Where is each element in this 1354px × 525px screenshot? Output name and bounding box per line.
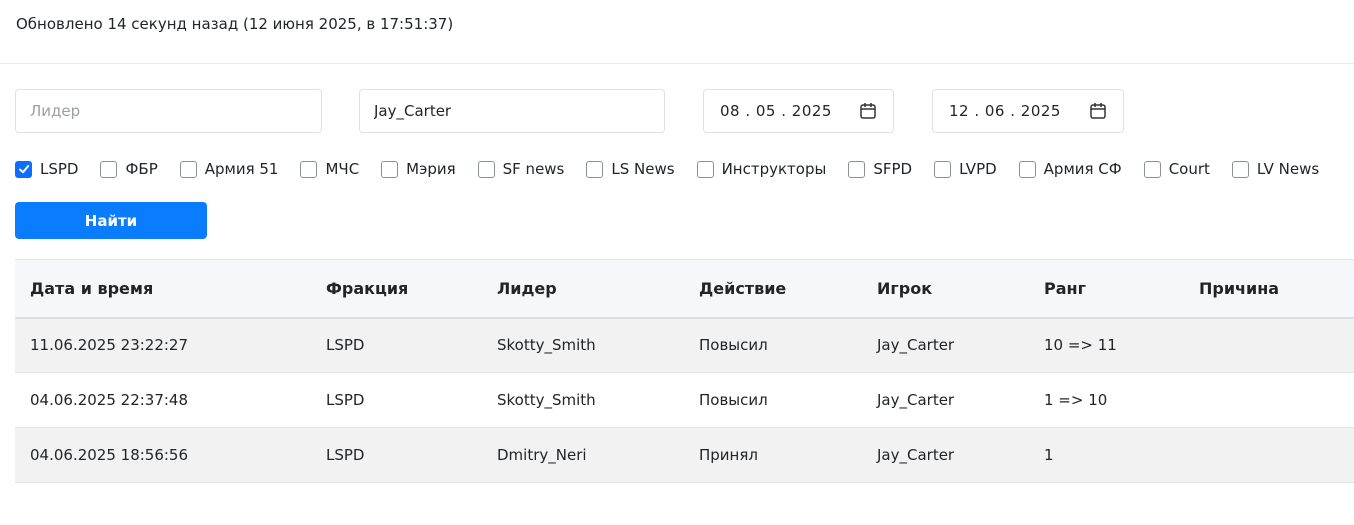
- faction-label: Армия СФ: [1043, 160, 1122, 178]
- table-cell: Skotty_Smith: [497, 391, 596, 409]
- faction-checkbox-10[interactable]: Армия СФ: [1018, 160, 1122, 178]
- table-cell: 1 => 10: [1044, 391, 1108, 409]
- header-divider: [0, 63, 1354, 64]
- faction-label: LSPD: [40, 160, 79, 178]
- faction-label: Инструкторы: [721, 160, 827, 178]
- checkbox-checked[interactable]: [15, 160, 32, 178]
- checkbox-unchecked[interactable]: [300, 160, 318, 178]
- calendar-icon[interactable]: [1089, 102, 1107, 120]
- faction-label: LVPD: [959, 160, 997, 178]
- faction-checkbox-8[interactable]: SFPD: [848, 160, 912, 178]
- checkbox-unchecked[interactable]: [696, 160, 714, 178]
- checkbox-unchecked[interactable]: [586, 160, 604, 178]
- date-from-field[interactable]: 08 . 05 . 2025: [703, 89, 894, 133]
- date-from-value: 08 . 05 . 2025: [720, 102, 832, 120]
- table-cell: LSPD: [326, 446, 365, 464]
- checkbox-unchecked[interactable]: [100, 160, 118, 178]
- table-header-row: Дата и время Фракция Лидер Действие Игрок Ран…: [15, 259, 1354, 318]
- leader-input[interactable]: [30, 102, 307, 120]
- faction-checkbox-9[interactable]: LVPD: [934, 160, 997, 178]
- faction-checkbox-7[interactable]: Инструкторы: [696, 160, 827, 178]
- faction-checkbox-0[interactable]: LSPD: [15, 160, 78, 178]
- faction-label: Court: [1168, 160, 1210, 178]
- table-cell: LSPD: [326, 391, 365, 409]
- checkbox-unchecked[interactable]: [1143, 160, 1161, 178]
- table-cell: [1184, 428, 1354, 483]
- table-row: 11.06.2025 23:22:27 LSPD Skotty_Smith Повыс…: [15, 317, 1354, 373]
- faction-label: Армия 51: [204, 160, 279, 178]
- table-cell: 04.06.2025 18:56:56: [30, 446, 189, 464]
- faction-checkbox-4[interactable]: Мэрия: [381, 160, 456, 178]
- faction-checkboxes: LSPD ФБР Армия 51 МЧС Мэрия SF news LS News Инс…: [15, 158, 1341, 180]
- faction-checkbox-1[interactable]: ФБР: [100, 160, 158, 178]
- table-cell: [1184, 318, 1354, 373]
- faction-checkbox-6[interactable]: LS News: [586, 160, 675, 178]
- table-cell: Dmitry_Neri: [497, 446, 587, 464]
- table-cell: Принял: [699, 446, 758, 464]
- table-row: 04.06.2025 22:37:48 LSPD Skotty_Smith Повыс…: [15, 373, 1354, 428]
- column-header[interactable]: Действие: [684, 260, 862, 318]
- table-cell: Skotty_Smith: [497, 336, 596, 355]
- faction-label: LS News: [611, 160, 675, 178]
- checkbox-unchecked[interactable]: [848, 160, 866, 178]
- column-header[interactable]: Игрок: [862, 260, 1029, 318]
- date-to-value: 12 . 06 . 2025: [949, 102, 1061, 120]
- search-button[interactable]: Найти: [15, 202, 207, 239]
- player-field[interactable]: [359, 89, 665, 133]
- faction-checkbox-3[interactable]: МЧС: [300, 160, 359, 178]
- faction-checkbox-2[interactable]: Армия 51: [179, 160, 279, 178]
- faction-checkbox-5[interactable]: SF news: [477, 160, 565, 178]
- results-table: Дата и время Фракция Лидер Действие Игрок Ран…: [15, 259, 1354, 483]
- checkbox-unchecked[interactable]: [1018, 160, 1036, 178]
- faction-label: SFPD: [873, 160, 913, 178]
- faction-label: ФБР: [125, 160, 158, 178]
- column-header[interactable]: Лидер: [482, 260, 684, 318]
- table-cell: 1: [1044, 446, 1054, 464]
- column-header[interactable]: Дата и время: [15, 260, 311, 318]
- faction-label: Мэрия: [406, 160, 456, 178]
- table-cell: Jay_Carter: [877, 391, 955, 409]
- faction-label: LV News: [1256, 160, 1320, 178]
- calendar-icon[interactable]: [859, 102, 877, 120]
- table-cell: 10 => 11: [1044, 336, 1117, 355]
- faction-label: МЧС: [325, 160, 360, 178]
- checkbox-unchecked[interactable]: [934, 160, 952, 178]
- checkbox-unchecked[interactable]: [1231, 160, 1249, 178]
- column-header[interactable]: Ранг: [1029, 260, 1184, 318]
- table-body: 11.06.2025 23:22:27 LSPD Skotty_Smith Повыс…: [15, 317, 1354, 483]
- column-header[interactable]: Фракция: [311, 260, 482, 318]
- checkbox-unchecked[interactable]: [381, 160, 399, 178]
- checkmark-icon: [18, 165, 29, 174]
- table-cell: Jay_Carter: [877, 446, 955, 464]
- table-row: 04.06.2025 18:56:56 LSPD Dmitry_Neri Принял…: [15, 427, 1354, 483]
- table-cell: LSPD: [326, 336, 365, 355]
- table-cell: 04.06.2025 22:37:48: [30, 391, 189, 409]
- player-input[interactable]: [374, 102, 650, 120]
- table-cell: 11.06.2025 23:22:27: [30, 336, 189, 355]
- table-cell: [1184, 373, 1354, 428]
- table-cell: Jay_Carter: [877, 336, 955, 355]
- faction-label: SF news: [502, 160, 565, 178]
- checkbox-unchecked[interactable]: [477, 160, 495, 178]
- table-cell: Повысил: [699, 336, 768, 355]
- table-cell: Повысил: [699, 391, 768, 409]
- faction-checkbox-12[interactable]: LV News: [1231, 160, 1320, 178]
- faction-checkbox-11[interactable]: Court: [1143, 160, 1210, 178]
- date-to-field[interactable]: 12 . 06 . 2025: [932, 89, 1124, 133]
- checkbox-unchecked[interactable]: [179, 160, 197, 178]
- leader-field[interactable]: [15, 89, 322, 133]
- last-updated-text: Обновлено 14 секунд назад (12 июня 2025,…: [16, 15, 454, 33]
- column-header[interactable]: Причина: [1184, 260, 1354, 318]
